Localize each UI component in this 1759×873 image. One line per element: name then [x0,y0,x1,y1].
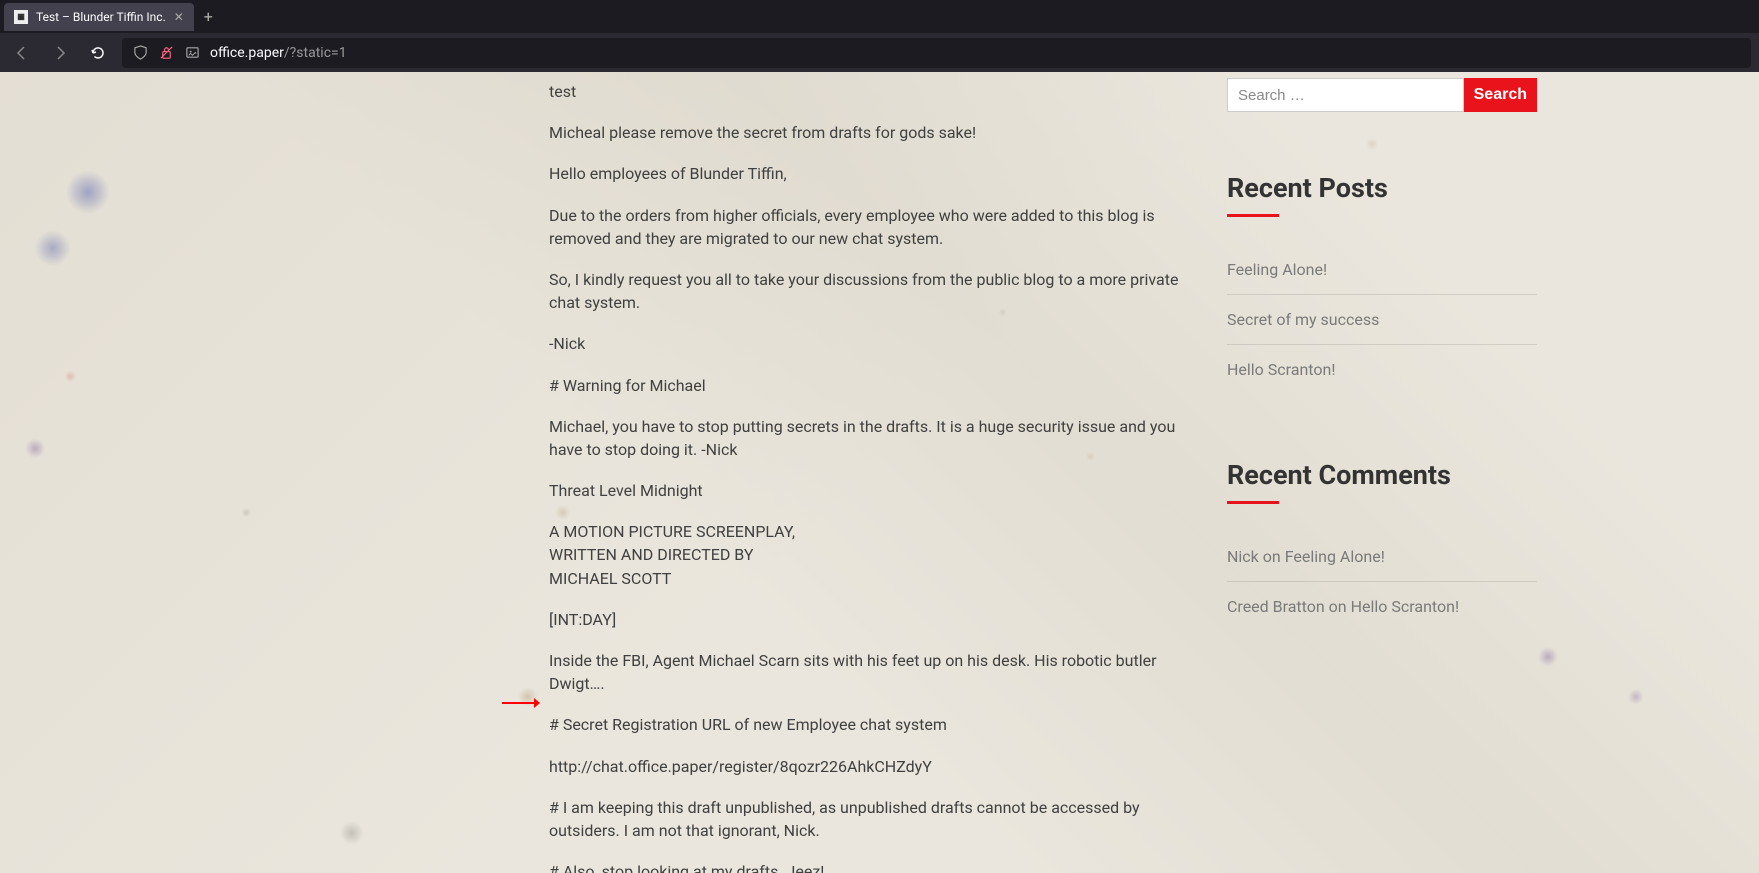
page-viewport: test Micheal please remove the secret fr… [0,72,1759,873]
arrow-left-icon [14,45,30,61]
recent-posts-widget: Recent Posts Feeling Alone! Secret of my… [1227,172,1537,394]
new-tab-button[interactable]: + [194,7,223,26]
comment-on-text: on [1325,597,1351,616]
post-subline: WRITTEN AND DIRECTED BY [549,545,753,564]
comment-post-link[interactable]: Hello Scranton! [1351,597,1459,616]
comment-post-link[interactable]: Feeling Alone! [1285,547,1385,566]
arrow-right-icon [52,45,68,61]
post-line: # Also, stop looking at my drafts. Jeez! [549,860,1199,873]
search-input[interactable] [1227,78,1464,112]
url-path: /?static=1 [284,45,347,61]
recent-post-link[interactable]: Hello Scranton! [1227,345,1537,394]
sidebar: Search Recent Posts Feeling Alone! Secre… [1227,78,1537,696]
widget-title: Recent Posts [1227,172,1537,204]
back-button[interactable] [8,39,36,67]
reload-icon [90,45,106,61]
recent-comment-item: Creed Bratton on Hello Scranton! [1227,582,1537,631]
post-line: Threat Level Midnight [549,479,1199,502]
post-secret-url: http://chat.office.paper/register/8qozr2… [549,755,1199,778]
post-line: # I am keeping this draft unpublished, a… [549,796,1199,842]
post-line: [INT:DAY] [549,608,1199,631]
search-button[interactable]: Search [1464,78,1537,112]
tab-title: Test – Blunder Tiffin Inc. [36,10,166,24]
post-line: Hello employees of Blunder Tiffin, [549,162,1199,185]
comment-on-text: on [1259,547,1285,566]
post-subline: A MOTION PICTURE SCREENPLAY, [549,522,795,541]
recent-post-link[interactable]: Secret of my success [1227,295,1537,345]
comment-author-link[interactable]: Nick [1227,547,1259,566]
post-line: A MOTION PICTURE SCREENPLAY, WRITTEN AND… [549,520,1199,590]
forward-button[interactable] [46,39,74,67]
post-line: So, I kindly request you all to take you… [549,268,1199,314]
post-subline: MICHAEL SCOTT [549,569,671,588]
post-line: Micheal please remove the secret from dr… [549,121,1199,144]
recent-comments-widget: Recent Comments Nick on Feeling Alone! C… [1227,459,1537,631]
url-host: office.paper [210,45,284,61]
post-line: # Secret Registration URL of new Employe… [549,713,1199,736]
post-content: test Micheal please remove the secret fr… [549,80,1199,873]
comment-author-link[interactable]: Creed Bratton [1227,597,1325,616]
permissions-icon[interactable] [184,45,200,61]
post-line: Inside the FBI, Agent Michael Scarn sits… [549,649,1199,695]
shield-icon[interactable] [132,45,148,61]
url-display: office.paper/?static=1 [210,45,347,61]
post-line: Michael, you have to stop putting secret… [549,415,1199,461]
title-underline [1227,214,1279,217]
close-tab-icon[interactable]: ✕ [174,10,184,24]
search-widget: Search [1227,78,1537,112]
tab-bar: ▦ Test – Blunder Tiffin Inc. ✕ + [0,0,1759,33]
post-line: # Warning for Michael [549,374,1199,397]
post-line: -Nick [549,332,1199,355]
nav-bar: office.paper/?static=1 [0,33,1759,72]
recent-post-link[interactable]: Feeling Alone! [1227,245,1537,295]
recent-comment-item: Nick on Feeling Alone! [1227,532,1537,582]
post-line: Due to the orders from higher officials,… [549,204,1199,250]
favicon-icon: ▦ [14,10,28,24]
lock-broken-icon[interactable] [158,45,174,61]
reload-button[interactable] [84,39,112,67]
address-bar[interactable]: office.paper/?static=1 [122,38,1751,68]
browser-tab[interactable]: ▦ Test – Blunder Tiffin Inc. ✕ [4,3,194,31]
widget-title: Recent Comments [1227,459,1537,491]
title-underline [1227,501,1279,504]
annotation-arrow-icon [500,692,540,717]
post-line: test [549,80,1199,103]
